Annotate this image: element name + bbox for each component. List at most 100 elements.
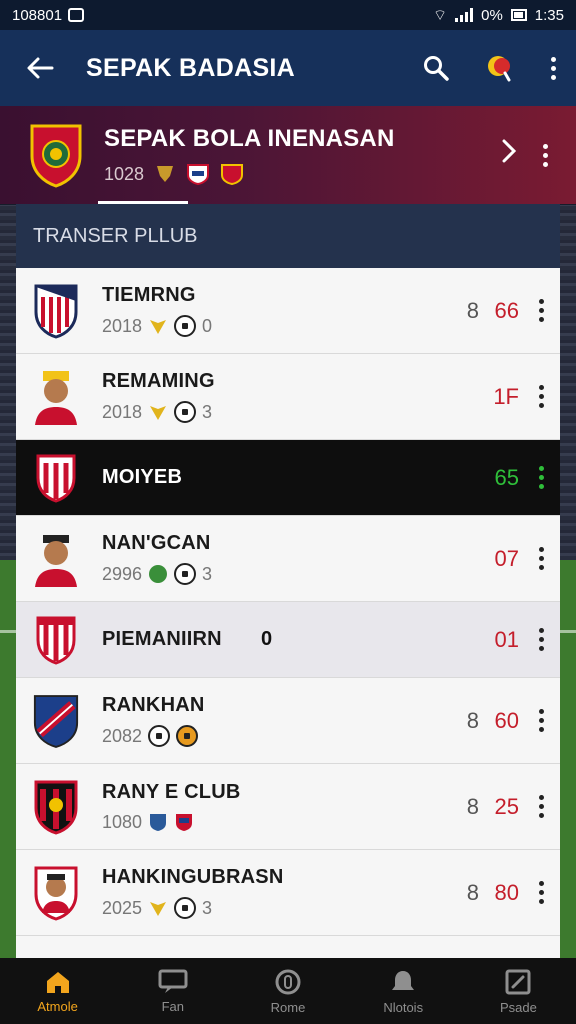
player-avatar	[32, 865, 80, 921]
player-name: PIEMANIIRN	[102, 628, 222, 650]
edit-icon	[505, 969, 531, 994]
list-item[interactable]: REMAMING 2018 3 1F	[16, 354, 560, 440]
player-name: RANKHAN	[102, 694, 205, 716]
more-options-icon[interactable]	[543, 143, 548, 167]
nav-item-fan[interactable]: Fan	[115, 958, 230, 1024]
player-year: 1080	[102, 811, 143, 832]
football-icon	[148, 725, 171, 747]
nav-label: Fan	[161, 998, 184, 1014]
football-icon	[174, 315, 197, 337]
nav-label: Atmole	[37, 998, 78, 1014]
chat-icon	[158, 969, 188, 993]
nav-item-psade[interactable]: Psade	[461, 958, 576, 1024]
battery-percent: 0%	[481, 6, 503, 24]
club-badge-icon	[150, 814, 167, 831]
list-item[interactable]: RANY E CLUB 1080 8 25	[16, 764, 560, 850]
football-icon	[176, 725, 199, 747]
nav-item-home[interactable]: Atmole	[0, 958, 115, 1024]
club-crest-icon	[32, 779, 80, 835]
row-score: 1F	[493, 383, 519, 409]
more-options-icon[interactable]	[539, 628, 544, 651]
player-name: NAN'GCAN	[102, 532, 211, 554]
section-header: TRANSER PLLUB	[16, 204, 560, 268]
club-crest-icon	[32, 283, 80, 339]
trophy-icon	[150, 406, 167, 420]
row-aux-value: 8	[466, 297, 479, 323]
player-name: RANY E CLUB	[102, 780, 241, 803]
trophy-icon	[150, 902, 167, 916]
football-icon	[174, 897, 197, 919]
more-options-icon[interactable]	[539, 547, 544, 570]
player-extra: 3	[202, 897, 213, 918]
app-title: SEPAK BADASIA	[86, 53, 296, 82]
player-extra: 3	[202, 563, 213, 584]
football-icon	[174, 401, 197, 423]
list-item[interactable]: TIEMRNG 2018 0 8 66	[16, 268, 560, 354]
league-name: SEPAK BOLA INENASAN	[104, 125, 395, 152]
nav-item-notifications[interactable]: Nlotois	[346, 958, 461, 1024]
more-options-icon[interactable]	[539, 709, 544, 732]
row-score: 80	[494, 879, 519, 905]
status-bar: 108801 ⌔ 0% 1:35	[0, 0, 576, 30]
more-options-icon[interactable]	[539, 299, 544, 322]
club-badge-icon	[221, 164, 244, 185]
league-crest-icon	[30, 124, 82, 188]
player-avatar	[32, 531, 80, 587]
list-item[interactable]: RANKHAN 2082 8 60	[16, 678, 560, 764]
league-header[interactable]: SEPAK BOLA INENASAN 1028	[0, 106, 576, 204]
nav-label: Nlotois	[383, 999, 424, 1015]
badge-icon[interactable]	[485, 54, 515, 82]
nav-label: Psade	[499, 999, 537, 1015]
more-options-icon[interactable]	[539, 881, 544, 904]
status-time-right: 1:35	[534, 6, 564, 24]
app-bar: SEPAK BADASIA	[0, 30, 576, 106]
row-score: 01	[494, 626, 519, 652]
nav-item-rome[interactable]: Rome	[230, 958, 345, 1024]
list-item[interactable]: PIEMANIIRN 0 01	[16, 602, 560, 678]
chevron-right-icon[interactable]	[501, 138, 517, 172]
player-name: TIEMRNG	[102, 284, 196, 306]
player-year: 2018	[102, 401, 143, 422]
more-options-icon[interactable]	[539, 795, 544, 818]
club-badge-icon	[149, 565, 168, 583]
search-icon[interactable]	[423, 55, 449, 81]
trophy-icon	[150, 320, 167, 334]
back-arrow-icon[interactable]	[20, 56, 60, 80]
list-item[interactable]: MOIYEB 65	[16, 440, 560, 516]
club-badge-icon	[187, 164, 210, 185]
list-item-partial	[16, 936, 560, 958]
signal-icon	[455, 8, 474, 22]
club-crest-icon	[32, 450, 80, 506]
row-score: 60	[494, 707, 519, 733]
player-name: MOIYEB	[102, 466, 183, 488]
league-year: 1028	[104, 163, 145, 184]
list-item[interactable]: HANKINGUBRASN 2025 3 8 80	[16, 850, 560, 936]
row-score: 65	[494, 464, 519, 490]
bottom-navigation: Atmole Fan Rome Nlotois Psade	[0, 958, 576, 1024]
player-extra: 0	[202, 315, 213, 336]
row-score: 66	[494, 297, 519, 323]
list-item[interactable]: NAN'GCAN 2996 3 07	[16, 516, 560, 602]
more-options-icon[interactable]	[551, 56, 556, 80]
home-icon	[46, 971, 69, 993]
row-score: 07	[494, 545, 519, 571]
status-time-left: 108801	[12, 6, 63, 24]
club-badge-icon	[176, 814, 193, 831]
battery-icon	[510, 9, 527, 21]
club-crest-icon	[32, 612, 80, 668]
more-options-icon[interactable]	[539, 385, 544, 408]
row-aux-value: 8	[466, 793, 479, 819]
wifi-icon: ⌔	[433, 6, 448, 24]
bell-icon	[392, 970, 415, 990]
player-year: 2025	[102, 897, 143, 918]
player-year: 2018	[102, 315, 143, 336]
player-name: REMAMING	[102, 370, 215, 392]
club-crest-icon	[32, 693, 80, 749]
trophy-icon	[157, 166, 174, 182]
player-name: HANKINGUBRASN	[102, 866, 284, 888]
row-score: 25	[494, 793, 519, 819]
more-options-icon[interactable]	[539, 466, 544, 489]
notification-icon	[68, 8, 85, 22]
player-avatar	[32, 369, 80, 425]
row-aux-value: 8	[466, 707, 479, 733]
